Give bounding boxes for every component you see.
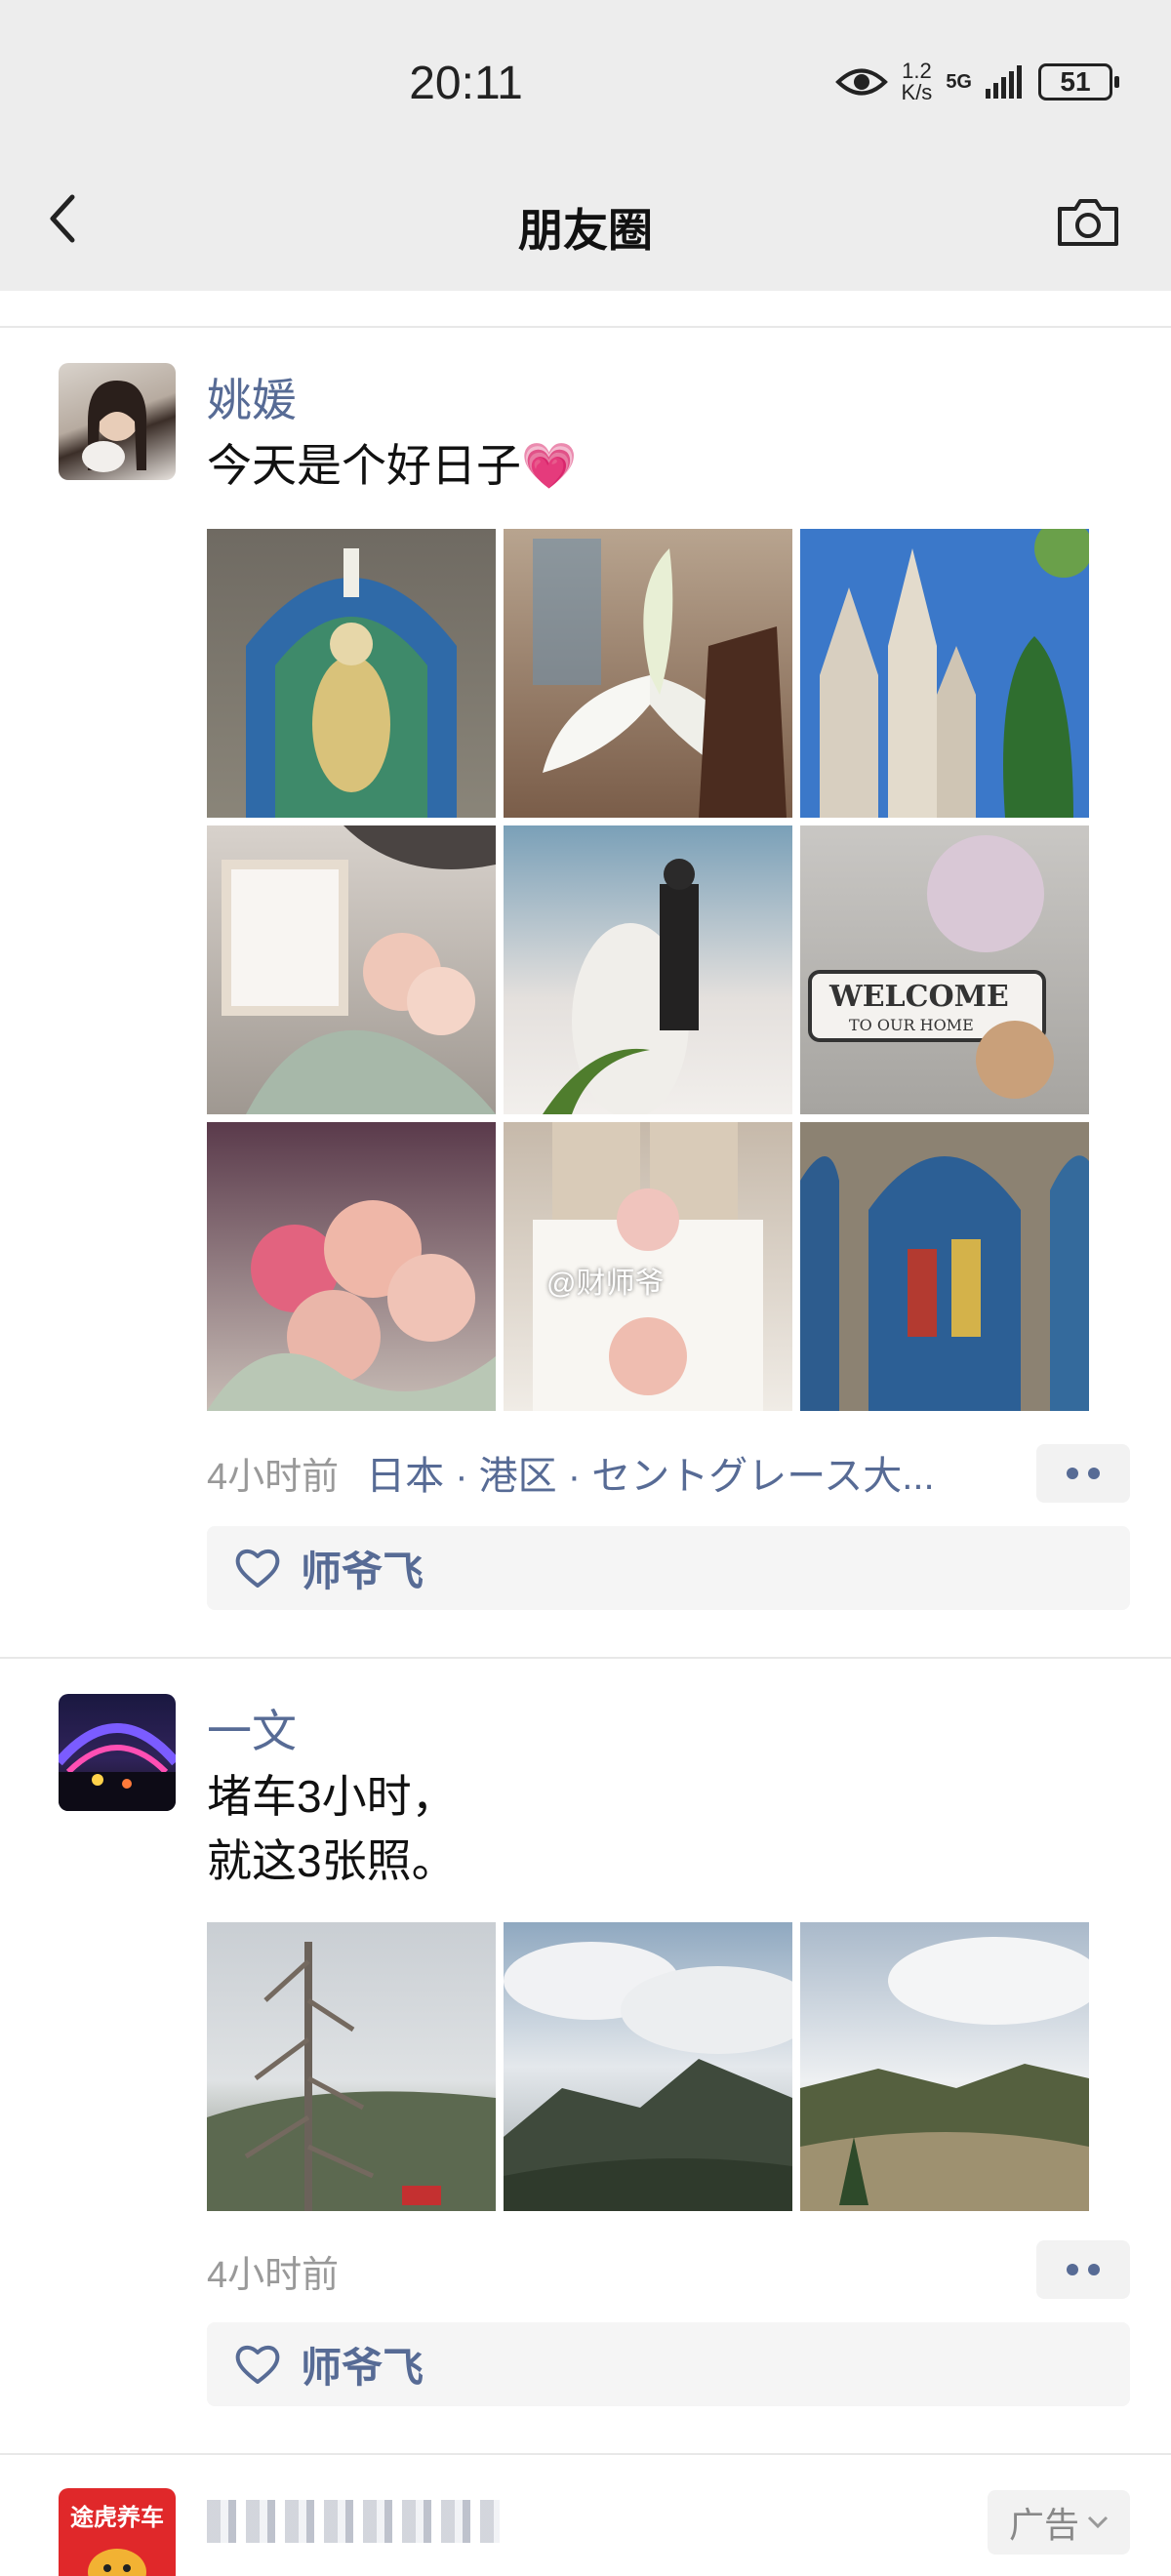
nav-bar: 朋友圈: [0, 156, 1171, 291]
like-user[interactable]: 师爷飞: [301, 1539, 424, 1598]
svg-text:WELCOME: WELCOME: [828, 980, 1009, 1014]
ad-title-blurred: [207, 2500, 500, 2543]
photo-grid: WELCOME TO OUR HOME @财师爷: [207, 529, 1089, 1411]
net-speed-value: 1.2: [902, 59, 932, 83]
photo-wedding-frame-flowers[interactable]: [207, 825, 496, 1114]
page-title: 朋友圈: [518, 205, 653, 256]
photo-banquet-table[interactable]: @财师爷: [504, 1122, 792, 1411]
network-type: 5G: [946, 70, 972, 93]
net-speed-unit: K/s: [901, 80, 933, 104]
photo-white-lily[interactable]: [504, 529, 792, 818]
photo-grid: [207, 1922, 1089, 2211]
post-meta: 4小时前 日本 · 港区 · セントグレース大...: [207, 1444, 935, 1501]
photo-bride-groom[interactable]: [504, 825, 792, 1114]
more-button[interactable]: [1036, 1444, 1130, 1503]
photo-mountain-meadow[interactable]: [800, 1922, 1089, 2211]
svg-text:TO OUR HOME: TO OUR HOME: [849, 1016, 974, 1034]
divider: [0, 2453, 1171, 2455]
post-author[interactable]: 姚媛: [207, 365, 297, 429]
photo-stained-glass-arches[interactable]: [800, 1122, 1089, 1411]
ad-tag-label: 广告: [1008, 2505, 1079, 2545]
ad-brand-label: 途虎养车: [70, 2505, 164, 2531]
photo-welcome-sign[interactable]: WELCOME TO OUR HOME: [800, 825, 1089, 1114]
avatar[interactable]: [59, 1694, 176, 1811]
net-speed: 1.2 K/s: [902, 60, 933, 103]
signal-icon: [986, 65, 1022, 99]
photo-stained-glass[interactable]: [207, 529, 496, 818]
status-time: 20:11: [409, 58, 523, 109]
eye-icon: [834, 68, 888, 96]
divider: [0, 326, 1171, 328]
more-button[interactable]: [1036, 2240, 1130, 2299]
photo-watermark: @财师爷: [546, 1268, 665, 1300]
likes-bar: 师爷飞: [207, 1526, 1130, 1610]
chevron-down-icon: [1087, 2516, 1109, 2529]
status-bar: 20:11 1.2 K/s 5G 51: [0, 0, 1171, 156]
like-user[interactable]: 师爷飞: [301, 2335, 424, 2395]
post-time: 4小时前: [207, 1456, 340, 1498]
heart-icon: [235, 2346, 280, 2384]
post-text: 今天是个好日子💗: [207, 440, 578, 491]
post-meta: 4小时前: [207, 2244, 339, 2298]
likes-bar: 师爷飞: [207, 2322, 1130, 2406]
avatar[interactable]: [59, 363, 176, 480]
post-location[interactable]: 日本 · 港区 · セントグレース大...: [366, 1444, 934, 1501]
post-text: 堵车3小时， 就这3张照。: [207, 1771, 457, 1886]
ad-tag-button[interactable]: 广告: [988, 2490, 1130, 2555]
camera-icon[interactable]: [1054, 193, 1122, 252]
ad-avatar[interactable]: 途虎养车: [59, 2488, 176, 2576]
heart-icon: [235, 1550, 280, 1588]
post-time: 4小时前: [207, 2255, 340, 2296]
photo-rose-bouquet[interactable]: [207, 1122, 496, 1411]
status-icons: 1.2 K/s 5G 51: [834, 60, 1119, 103]
post-author[interactable]: 一文: [207, 1696, 297, 1760]
photo-cloudy-ridge[interactable]: [504, 1922, 792, 2211]
battery-indicator: 51: [1038, 63, 1119, 101]
divider: [0, 1657, 1171, 1659]
photo-gothic-church[interactable]: [800, 529, 1089, 818]
photo-bare-tree[interactable]: [207, 1922, 496, 2211]
